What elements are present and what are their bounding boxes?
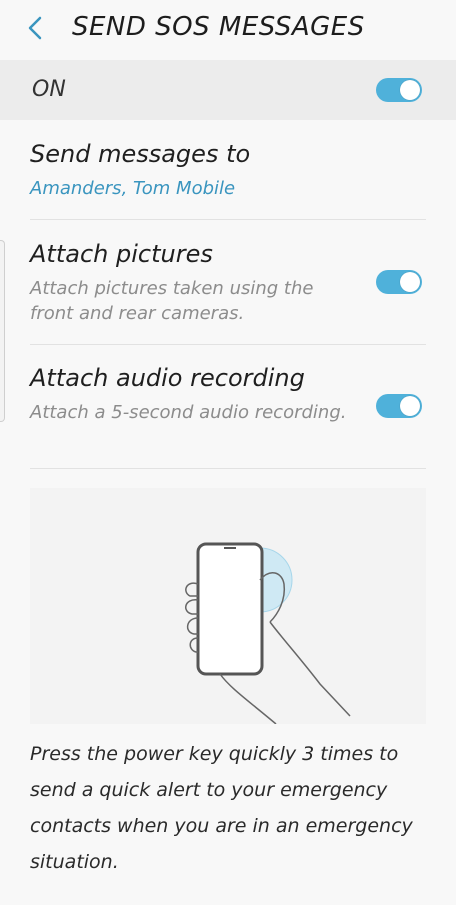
- attach-audio-toggle[interactable]: [376, 394, 422, 418]
- hand-pressing-power-key-illustration: [185, 542, 351, 725]
- attach-pictures-title: Attach pictures: [30, 240, 213, 268]
- edge-panel-handle[interactable]: [0, 240, 5, 422]
- sos-description: Press the power key quickly 3 times to s…: [30, 743, 413, 873]
- illustration-panel: [30, 488, 426, 725]
- send-messages-to-recipients: Amanders, Tom Mobile: [30, 178, 236, 199]
- toggle-knob: [400, 272, 420, 292]
- chevron-left-icon: [28, 16, 42, 40]
- send-messages-to-title: Send messages to: [30, 140, 251, 168]
- toggle-knob: [400, 80, 420, 100]
- divider: [30, 219, 426, 220]
- master-switch-label: ON: [32, 77, 66, 102]
- toggle-knob: [400, 396, 420, 416]
- master-toggle[interactable]: [376, 78, 422, 102]
- attach-audio-subtitle: Attach a 5-second audio recording.: [30, 402, 347, 423]
- back-button[interactable]: [24, 14, 46, 42]
- attach-pictures-subtitle: Attach pictures taken using the front an…: [30, 278, 314, 324]
- page-title: SEND SOS MESSAGES: [72, 12, 365, 42]
- divider: [30, 344, 426, 345]
- attach-pictures-toggle[interactable]: [376, 270, 422, 294]
- app-bar: SEND SOS MESSAGES: [0, 0, 456, 56]
- divider: [30, 468, 426, 469]
- attach-audio-title: Attach audio recording: [30, 364, 305, 392]
